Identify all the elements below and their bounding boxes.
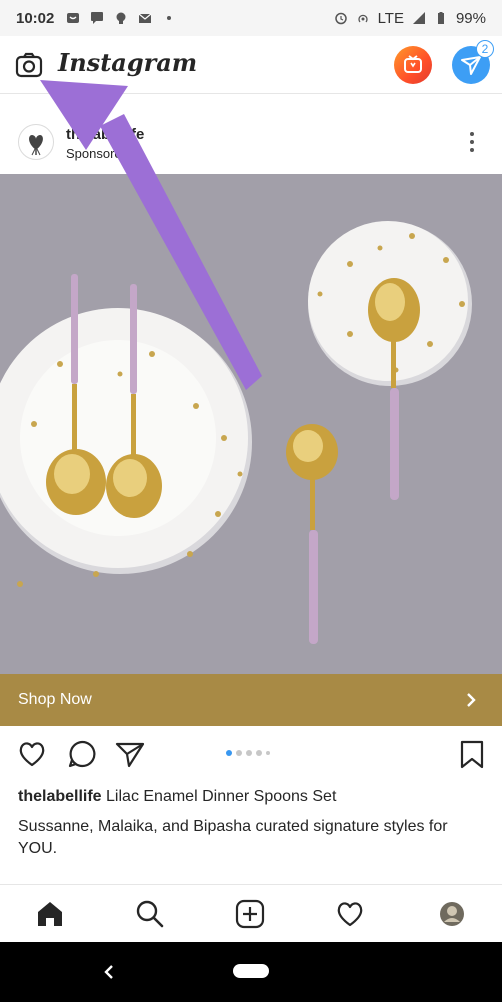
status-bar: 10:02 LTE 99% bbox=[0, 0, 502, 36]
comment-icon[interactable] bbox=[66, 738, 98, 770]
sponsored-label: Sponsored bbox=[66, 146, 129, 161]
igtv-icon bbox=[404, 55, 422, 73]
post-caption: thelabellife Lilac Enamel Dinner Spoons … bbox=[18, 786, 488, 808]
carousel-dot bbox=[226, 750, 232, 756]
post-account-name[interactable]: thelabellife bbox=[66, 126, 144, 143]
bottom-navigation bbox=[0, 884, 502, 942]
spoons-photo bbox=[0, 174, 502, 674]
carousel-indicator bbox=[226, 750, 270, 756]
bookmark-icon[interactable] bbox=[456, 738, 488, 770]
carousel-dot bbox=[246, 750, 252, 756]
network-label: LTE bbox=[377, 9, 404, 27]
chat-icon bbox=[91, 12, 104, 24]
signal-icon bbox=[412, 12, 425, 24]
post-image[interactable] bbox=[0, 174, 502, 674]
alarm-icon bbox=[334, 12, 347, 25]
message-icon bbox=[67, 13, 80, 23]
shop-now-label: Shop Now bbox=[18, 691, 92, 708]
profile-avatar-icon[interactable] bbox=[436, 898, 468, 930]
shop-now-bar[interactable]: Shop Now bbox=[0, 674, 502, 726]
app-header: Instagram 2 bbox=[0, 36, 502, 94]
caption-text: Lilac Enamel Dinner Spoons Set bbox=[106, 788, 337, 805]
notification-icons bbox=[66, 11, 176, 25]
share-send-icon[interactable] bbox=[114, 738, 146, 770]
post-actions bbox=[0, 730, 502, 776]
post-description: Sussanne, Malaika, and Bipasha curated s… bbox=[18, 818, 448, 857]
bulb-icon bbox=[116, 12, 126, 24]
more-options-icon[interactable] bbox=[462, 130, 482, 154]
system-status-icons: LTE 99% bbox=[334, 10, 486, 27]
system-navigation-bar bbox=[0, 942, 502, 1002]
chevron-right-icon bbox=[467, 693, 476, 707]
activity-heart-icon[interactable] bbox=[334, 898, 366, 930]
carousel-dot bbox=[236, 750, 242, 756]
mail-icon bbox=[138, 13, 152, 23]
new-post-icon[interactable] bbox=[234, 898, 266, 930]
like-heart-icon[interactable] bbox=[16, 738, 48, 770]
account-avatar[interactable] bbox=[18, 124, 54, 160]
back-icon[interactable] bbox=[100, 962, 118, 982]
home-icon[interactable] bbox=[34, 898, 66, 930]
home-gesture-pill[interactable] bbox=[233, 964, 269, 978]
direct-message-button[interactable]: 2 bbox=[452, 40, 494, 84]
hotspot-icon bbox=[357, 14, 368, 23]
heart-tree-logo-icon bbox=[29, 135, 43, 156]
carousel-dot bbox=[266, 751, 270, 755]
instagram-logo: Instagram bbox=[58, 48, 198, 77]
battery-icon bbox=[437, 12, 444, 24]
search-icon[interactable] bbox=[134, 898, 166, 930]
post-header: thelabellife Sponsored bbox=[0, 114, 502, 170]
carousel-dot bbox=[256, 750, 262, 756]
igtv-button[interactable] bbox=[394, 46, 432, 84]
dm-badge-count: 2 bbox=[476, 40, 494, 58]
camera-icon[interactable] bbox=[14, 50, 44, 80]
status-time: 10:02 bbox=[16, 9, 55, 27]
battery-percent: 99% bbox=[455, 9, 486, 27]
caption-username[interactable]: thelabellife bbox=[18, 788, 102, 805]
more-notifications-icon bbox=[167, 16, 172, 20]
